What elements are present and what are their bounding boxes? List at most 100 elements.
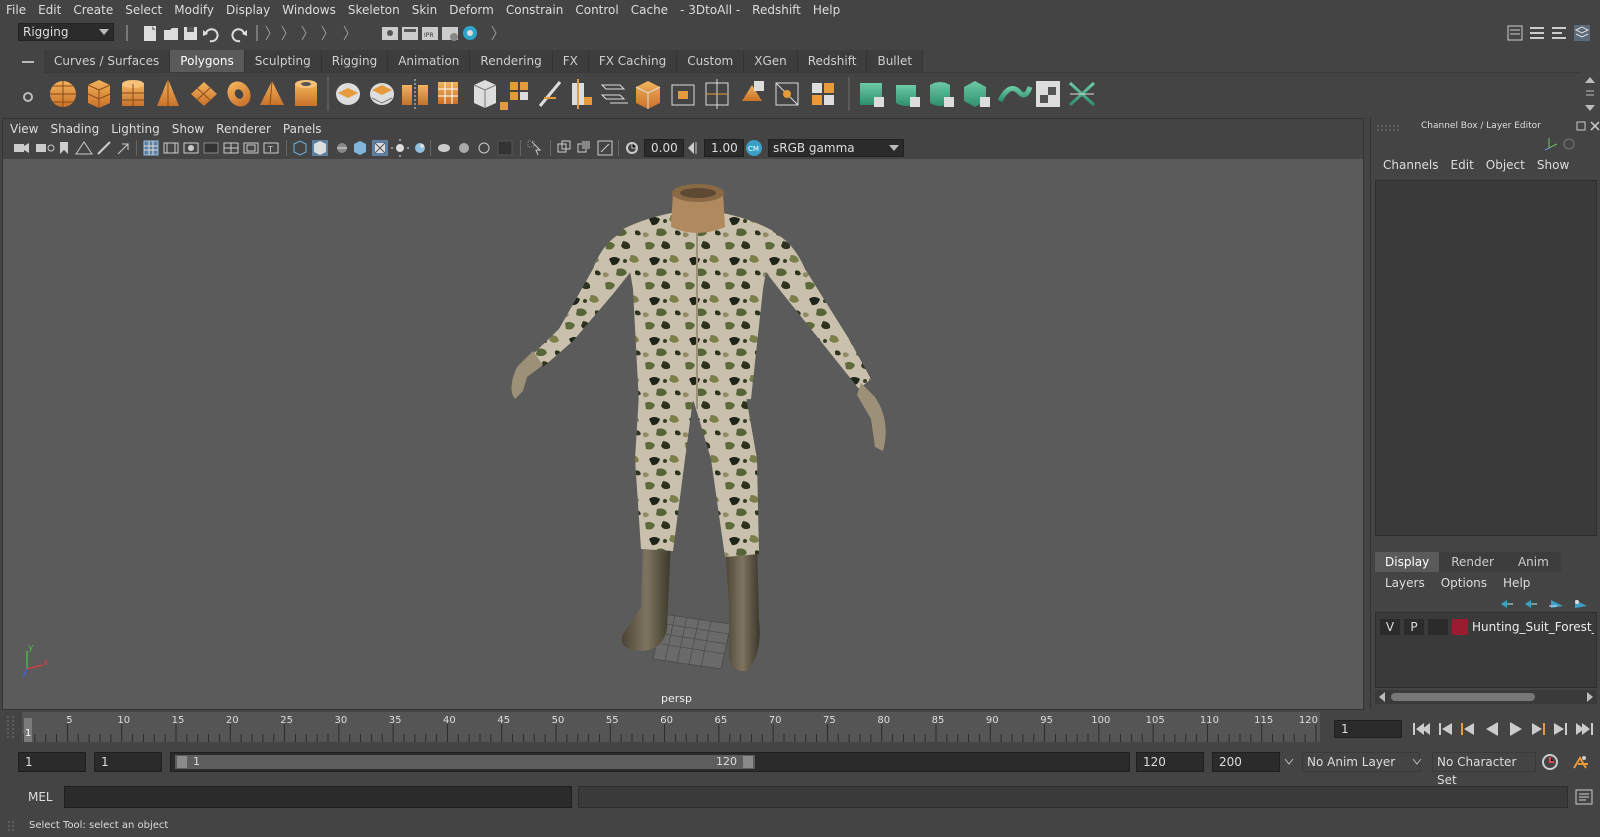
manipulator-icon[interactable] xyxy=(1544,138,1558,151)
range-slider-end-knob[interactable] xyxy=(743,756,753,768)
exposure-icon[interactable] xyxy=(626,142,638,154)
shelf-tab-fx[interactable]: FX xyxy=(552,50,589,72)
hypershade-icon[interactable] xyxy=(463,26,477,40)
shelf-tab-redshift[interactable]: Redshift xyxy=(797,50,868,72)
menu-edit[interactable]: Edit xyxy=(32,0,67,20)
shelf-tab-curves-surfaces[interactable]: Curves / Surfaces xyxy=(44,50,171,72)
open-scene-icon[interactable] xyxy=(164,28,178,40)
viewport-menu-show[interactable]: Show xyxy=(166,120,210,138)
uv-unfold-icon[interactable] xyxy=(997,86,1033,103)
save-scene-icon[interactable] xyxy=(184,27,197,40)
step-back-frame-icon[interactable] xyxy=(1439,723,1452,735)
bridge-icon[interactable] xyxy=(600,84,628,104)
channel-box-menu-object[interactable]: Object xyxy=(1480,158,1531,172)
gate-mask-icon[interactable] xyxy=(203,142,219,154)
view-transform-dropdown[interactable]: sRGB gamma xyxy=(768,139,904,157)
help-line-grip[interactable] xyxy=(6,820,16,834)
bookmark-icon[interactable] xyxy=(60,142,68,154)
timeline-grip[interactable] xyxy=(4,712,18,742)
safe-title-icon[interactable]: T xyxy=(263,142,279,154)
2d-pan-zoom-icon[interactable] xyxy=(117,143,129,155)
shelf-tab-rigging[interactable]: Rigging xyxy=(321,50,389,72)
textured-icon[interactable] xyxy=(354,141,366,155)
menu-control[interactable]: Control xyxy=(569,0,624,20)
render-frame-icon[interactable] xyxy=(402,27,418,40)
menu-create[interactable]: Create xyxy=(67,0,119,20)
uv-cylindrical-icon[interactable] xyxy=(896,85,920,107)
layer-menu-options[interactable]: Options xyxy=(1433,576,1495,590)
uv-planar-icon[interactable] xyxy=(860,83,884,107)
wireframe-icon[interactable] xyxy=(293,140,307,156)
playback-start-field[interactable]: 1 xyxy=(94,752,162,772)
menu-skin[interactable]: Skin xyxy=(406,0,444,20)
poke-icon[interactable] xyxy=(742,81,764,101)
poly-plane-icon[interactable] xyxy=(191,82,217,106)
motion-blur-icon[interactable] xyxy=(438,144,450,152)
new-scene-icon[interactable] xyxy=(144,26,156,41)
float-panel-icon[interactable] xyxy=(1576,121,1586,131)
smooth-shade-icon[interactable] xyxy=(312,140,328,156)
animation-end-field[interactable]: 200 xyxy=(1212,752,1280,772)
layer-color-swatch[interactable] xyxy=(1452,619,1468,635)
shelf-tab-polygons[interactable]: Polygons xyxy=(170,50,245,72)
range-slider-handle[interactable]: 1 120 xyxy=(175,755,755,769)
menu-skeleton[interactable]: Skeleton xyxy=(342,0,406,20)
poly-torus-icon[interactable] xyxy=(223,77,255,111)
extrude-icon[interactable] xyxy=(635,81,661,109)
retopologize-icon[interactable] xyxy=(500,82,528,110)
menu-cache[interactable]: Cache xyxy=(625,0,674,20)
poly-cone-icon[interactable] xyxy=(157,79,179,106)
channel-box-menu-show[interactable]: Show xyxy=(1531,158,1575,172)
menu-modify[interactable]: Modify xyxy=(168,0,220,20)
auto-key-icon[interactable] xyxy=(1542,754,1558,770)
perspective-viewport[interactable]: y x persp xyxy=(3,159,1363,709)
play-backwards-icon[interactable] xyxy=(1486,722,1498,736)
poly-pyramid-icon[interactable] xyxy=(260,80,284,106)
smooth-icon[interactable] xyxy=(438,82,458,104)
shelf-tab-animation[interactable]: Animation xyxy=(388,50,471,72)
render-view-icon[interactable] xyxy=(382,27,398,40)
separate-icon[interactable] xyxy=(370,83,394,105)
menu-windows[interactable]: Windows xyxy=(276,0,342,20)
shelf-tab-rendering[interactable]: Rendering xyxy=(470,50,553,72)
tab-display[interactable]: Display xyxy=(1375,552,1440,572)
playback-end-field[interactable]: 120 xyxy=(1136,752,1204,772)
channel-box-menu-channels[interactable]: Channels xyxy=(1377,158,1445,172)
go-to-start-icon[interactable] xyxy=(1413,723,1430,735)
menu-set-dropdown[interactable]: Rigging xyxy=(18,23,114,41)
script-language-toggle[interactable]: MEL xyxy=(28,790,53,804)
poly-cylinder-icon[interactable] xyxy=(122,80,144,106)
isolate-select-icon[interactable] xyxy=(527,140,542,156)
edge-loop-icon[interactable] xyxy=(572,79,592,109)
menu-redshift[interactable]: Redshift xyxy=(746,0,807,20)
uv-cut-sew-icon[interactable] xyxy=(1068,81,1096,107)
poly-cube-icon[interactable] xyxy=(87,80,111,108)
channel-list[interactable] xyxy=(1375,180,1597,536)
shelf-settings-icon[interactable] xyxy=(23,92,33,102)
remesh-icon[interactable] xyxy=(473,80,497,108)
backface-culling-icon[interactable] xyxy=(597,140,613,156)
step-back-key-icon[interactable] xyxy=(1461,723,1474,735)
new-layer-selected-icon[interactable] xyxy=(1549,600,1563,608)
time-slider[interactable]: 5 10 15 20 25 30 35 40 45 50 55 60 65 70 75 80 85 90 95 100… xyxy=(22,712,1320,742)
layer-menu-layers[interactable]: Layers xyxy=(1377,576,1433,590)
play-forwards-icon[interactable] xyxy=(1510,722,1522,736)
grease-pencil-icon[interactable] xyxy=(97,141,111,155)
speed-icon[interactable] xyxy=(1563,138,1575,150)
layer-playback-toggle[interactable]: P xyxy=(1404,619,1424,635)
menu-display[interactable]: Display xyxy=(220,0,276,20)
viewport-menu-renderer[interactable]: Renderer xyxy=(210,120,277,138)
animation-preferences-icon[interactable] xyxy=(1573,756,1588,769)
resolution-gate-icon[interactable] xyxy=(183,142,199,154)
modeling-toolkit-icon[interactable] xyxy=(1507,25,1523,41)
redo-icon[interactable] xyxy=(231,28,247,43)
layer-display-type-toggle[interactable] xyxy=(1428,619,1448,635)
image-plane-icon[interactable] xyxy=(75,141,93,155)
chevron-down-icon[interactable] xyxy=(1284,758,1294,766)
shelf-tab-xgen[interactable]: XGen xyxy=(744,50,798,72)
tool-settings-icon[interactable] xyxy=(1552,27,1566,39)
viewport-menu-lighting[interactable]: Lighting xyxy=(105,120,166,138)
uv-spherical-icon[interactable] xyxy=(930,82,954,107)
menu-file[interactable]: File xyxy=(0,0,32,20)
current-frame-field[interactable]: 1 xyxy=(1334,720,1402,738)
